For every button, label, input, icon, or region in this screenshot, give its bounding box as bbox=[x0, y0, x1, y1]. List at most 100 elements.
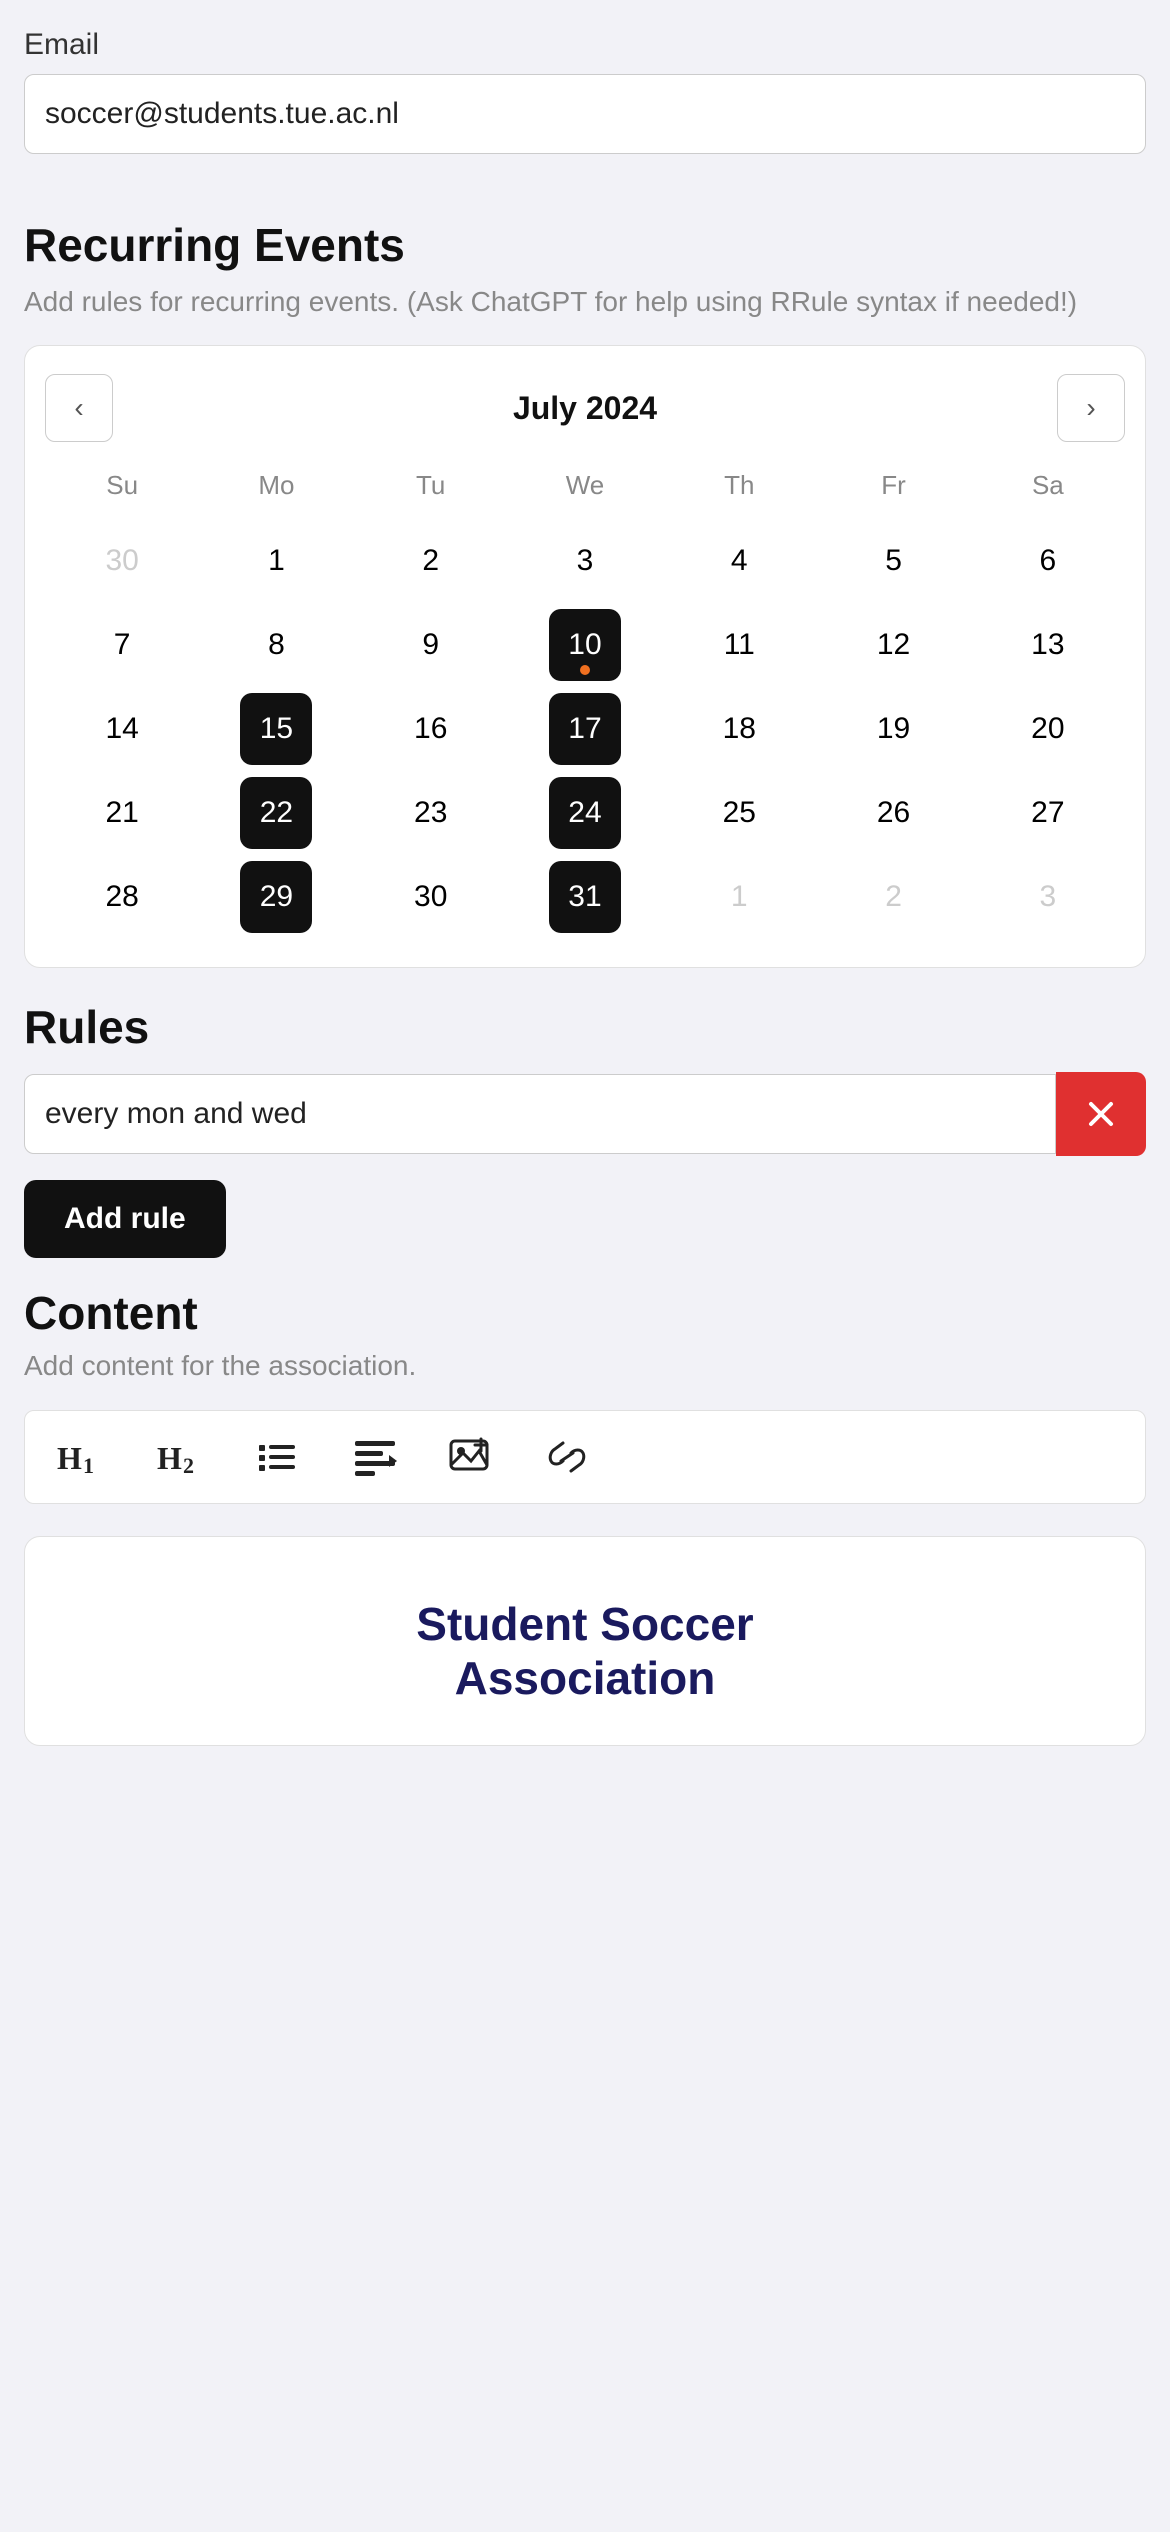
content-section: Content Add content for the association.… bbox=[0, 1286, 1170, 1504]
calendar-day[interactable]: 3 bbox=[549, 525, 621, 597]
calendar-day[interactable]: 10 bbox=[549, 609, 621, 681]
image-icon bbox=[449, 1437, 493, 1477]
calendar-day[interactable]: 16 bbox=[395, 693, 467, 765]
calendar-day-cell: 10 bbox=[508, 603, 662, 687]
calendar-day-cell: 11 bbox=[662, 603, 816, 687]
calendar-prev-btn[interactable]: ‹ bbox=[45, 374, 113, 442]
calendar-day[interactable]: 17 bbox=[549, 693, 621, 765]
calendar-day-cell: 2 bbox=[354, 519, 508, 603]
calendar-day-cell: 3 bbox=[508, 519, 662, 603]
calendar-day-cell: 31 bbox=[508, 855, 662, 939]
calendar-day[interactable]: 26 bbox=[858, 777, 930, 849]
calendar-day-cell: 2 bbox=[816, 855, 970, 939]
svg-text:H: H bbox=[157, 1440, 182, 1476]
calendar-day-cell: 16 bbox=[354, 687, 508, 771]
calendar-day-cell: 17 bbox=[508, 687, 662, 771]
calendar-day[interactable]: 1 bbox=[240, 525, 312, 597]
link-btn[interactable] bbox=[537, 1429, 597, 1485]
calendar-day-cell: 27 bbox=[971, 771, 1125, 855]
calendar-week-row: 21 22 23 24 25 26 27 bbox=[45, 771, 1125, 855]
h2-btn[interactable]: H 2 bbox=[149, 1429, 213, 1485]
calendar-day[interactable]: 30 bbox=[86, 525, 158, 597]
calendar-day-cell: 25 bbox=[662, 771, 816, 855]
calendar-day[interactable]: 2 bbox=[395, 525, 467, 597]
calendar-day[interactable]: 20 bbox=[1012, 693, 1084, 765]
add-rule-button[interactable]: Add rule bbox=[24, 1180, 226, 1258]
preview-card: Student Soccer Association bbox=[24, 1536, 1146, 1746]
calendar-day[interactable]: 29 bbox=[240, 861, 312, 933]
rule-delete-btn[interactable] bbox=[1056, 1072, 1146, 1156]
list-btn[interactable] bbox=[249, 1429, 309, 1485]
calendar-day-cell: 19 bbox=[816, 687, 970, 771]
calendar-day[interactable]: 25 bbox=[703, 777, 775, 849]
h1-btn[interactable]: H 1 bbox=[49, 1429, 113, 1485]
calendar-day[interactable]: 21 bbox=[86, 777, 158, 849]
calendar-week-row: 7 8 9 10 11 12 13 bbox=[45, 603, 1125, 687]
calendar-day-cell: 7 bbox=[45, 603, 199, 687]
calendar-day-cell: 28 bbox=[45, 855, 199, 939]
preview-title: Student Soccer Association bbox=[65, 1597, 1105, 1705]
rule-row bbox=[24, 1072, 1146, 1156]
calendar-day[interactable]: 31 bbox=[549, 861, 621, 933]
weekday-tu: Tu bbox=[354, 470, 508, 519]
calendar-day[interactable]: 23 bbox=[395, 777, 467, 849]
calendar: ‹ July 2024 › Su Mo Tu We Th Fr Sa 30123… bbox=[24, 345, 1146, 968]
calendar-day[interactable]: 3 bbox=[1012, 861, 1084, 933]
calendar-day-cell: 9 bbox=[354, 603, 508, 687]
calendar-grid: Su Mo Tu We Th Fr Sa 3012345678910111213… bbox=[45, 470, 1125, 939]
calendar-day[interactable]: 5 bbox=[858, 525, 930, 597]
calendar-next-btn[interactable]: › bbox=[1057, 374, 1125, 442]
calendar-weekday-row: Su Mo Tu We Th Fr Sa bbox=[45, 470, 1125, 519]
calendar-day[interactable]: 24 bbox=[549, 777, 621, 849]
calendar-day-cell: 1 bbox=[662, 855, 816, 939]
calendar-day[interactable]: 30 bbox=[395, 861, 467, 933]
calendar-day[interactable]: 14 bbox=[86, 693, 158, 765]
calendar-day[interactable]: 12 bbox=[858, 609, 930, 681]
weekday-fr: Fr bbox=[816, 470, 970, 519]
calendar-day-cell: 15 bbox=[199, 687, 353, 771]
calendar-day[interactable]: 9 bbox=[395, 609, 467, 681]
rule-input[interactable] bbox=[24, 1074, 1056, 1154]
calendar-day[interactable]: 15 bbox=[240, 693, 312, 765]
calendar-day[interactable]: 13 bbox=[1012, 609, 1084, 681]
email-input[interactable] bbox=[24, 74, 1146, 154]
calendar-day-cell: 14 bbox=[45, 687, 199, 771]
x-icon bbox=[1083, 1096, 1119, 1132]
weekday-sa: Sa bbox=[971, 470, 1125, 519]
rules-title: Rules bbox=[24, 1000, 1146, 1054]
calendar-day-cell: 18 bbox=[662, 687, 816, 771]
calendar-day-cell: 24 bbox=[508, 771, 662, 855]
calendar-day[interactable]: 6 bbox=[1012, 525, 1084, 597]
h2-icon: H 2 bbox=[157, 1437, 205, 1477]
h1-icon: H 1 bbox=[57, 1437, 105, 1477]
align-btn[interactable] bbox=[345, 1429, 405, 1485]
calendar-day[interactable]: 19 bbox=[858, 693, 930, 765]
calendar-month-title: July 2024 bbox=[513, 390, 657, 427]
calendar-day[interactable]: 1 bbox=[703, 861, 775, 933]
calendar-day[interactable]: 7 bbox=[86, 609, 158, 681]
calendar-day[interactable]: 4 bbox=[703, 525, 775, 597]
calendar-header: ‹ July 2024 › bbox=[45, 374, 1125, 442]
calendar-day-cell: 30 bbox=[45, 519, 199, 603]
calendar-week-row: 14 15 16 17 18 19 20 bbox=[45, 687, 1125, 771]
email-section: Email bbox=[0, 0, 1170, 154]
calendar-day-cell: 23 bbox=[354, 771, 508, 855]
weekday-mo: Mo bbox=[199, 470, 353, 519]
calendar-day[interactable]: 22 bbox=[240, 777, 312, 849]
calendar-day-cell: 5 bbox=[816, 519, 970, 603]
calendar-day-cell: 12 bbox=[816, 603, 970, 687]
calendar-day[interactable]: 8 bbox=[240, 609, 312, 681]
calendar-day[interactable]: 28 bbox=[86, 861, 158, 933]
calendar-day-cell: 1 bbox=[199, 519, 353, 603]
calendar-day-cell: 20 bbox=[971, 687, 1125, 771]
svg-text:2: 2 bbox=[183, 1453, 194, 1477]
weekday-th: Th bbox=[662, 470, 816, 519]
calendar-day[interactable]: 2 bbox=[858, 861, 930, 933]
rules-section: Rules Add rule bbox=[0, 1000, 1170, 1286]
content-subtitle: Add content for the association. bbox=[24, 1350, 1146, 1382]
calendar-day[interactable]: 18 bbox=[703, 693, 775, 765]
calendar-day-cell: 21 bbox=[45, 771, 199, 855]
calendar-day[interactable]: 27 bbox=[1012, 777, 1084, 849]
image-btn[interactable] bbox=[441, 1429, 501, 1485]
calendar-day[interactable]: 11 bbox=[703, 609, 775, 681]
